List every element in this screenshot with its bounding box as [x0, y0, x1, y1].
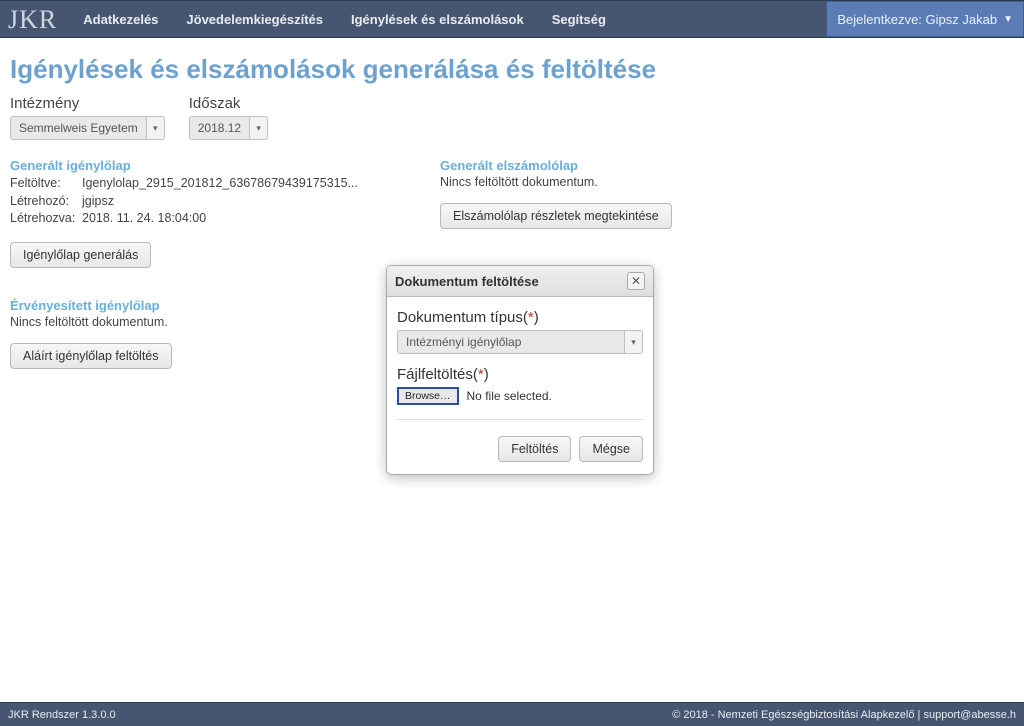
filters: Intézmény Semmelweis Egyetem ▾ Időszak 2… [10, 95, 1014, 140]
left-column: Generált igénylőlap Feltöltve: Igenylola… [10, 158, 380, 369]
dialog-body: Dokumentum típus(*) Intézményi igénylőla… [387, 297, 653, 436]
creator-label: Létrehozó: [10, 193, 82, 211]
filter-institution: Intézmény Semmelweis Egyetem ▾ [10, 95, 165, 140]
period-value: 2018.12 [190, 121, 249, 135]
app-logo: JKR [0, 1, 71, 37]
dialog-actions: Feltöltés Mégse [387, 436, 653, 474]
file-status: No file selected. [467, 389, 552, 403]
nav-segitseg[interactable]: Segítség [552, 12, 606, 27]
browse-button[interactable]: Browse… [397, 387, 459, 405]
footer-support-link[interactable]: support@abesse.h [923, 709, 1016, 721]
generated-settlement-title: Generált elszámolólap [440, 158, 810, 173]
creator-row: Létrehozó: jgipsz [10, 193, 380, 211]
dialog-header[interactable]: Dokumentum feltöltése ✕ [387, 266, 653, 297]
uploaded-row: Feltöltve: Igenylolap_2915_201812_636786… [10, 175, 380, 193]
validated-request-title: Érvényesített igénylőlap [10, 298, 380, 313]
chevron-down-icon: ▼ [1003, 14, 1013, 25]
cancel-button[interactable]: Mégse [579, 436, 643, 462]
creator-value: jgipsz [82, 193, 114, 211]
top-bar: JKR Adatkezelés Jövedelemkiegészítés Igé… [0, 0, 1024, 38]
nav-jovedelemkiegeszites[interactable]: Jövedelemkiegészítés [186, 12, 323, 27]
doc-type-select[interactable]: Intézményi igénylőlap ▾ [397, 330, 643, 354]
close-icon[interactable]: ✕ [627, 272, 645, 290]
upload-button[interactable]: Feltöltés [498, 436, 571, 462]
footer-version: JKR Rendszer 1.3.0.0 [8, 709, 116, 721]
settlement-details-button[interactable]: Elszámolólap részletek megtekintése [440, 203, 672, 229]
created-row: Létrehozva: 2018. 11. 24. 18:04:00 [10, 210, 380, 228]
dialog-title: Dokumentum feltöltése [395, 274, 539, 289]
created-value: 2018. 11. 24. 18:04:00 [82, 210, 206, 228]
institution-value: Semmelweis Egyetem [11, 121, 146, 135]
generated-settlement-nodoc: Nincs feltöltött dokumentum. [440, 175, 810, 189]
nav-adatkezeles[interactable]: Adatkezelés [83, 12, 158, 27]
uploaded-label: Feltöltve: [10, 175, 82, 193]
institution-select[interactable]: Semmelweis Egyetem ▾ [10, 116, 165, 140]
filter-period: Időszak 2018.12 ▾ [189, 95, 268, 140]
uploaded-value: Igenylolap_2915_201812_63678679439175315… [82, 175, 358, 193]
main-nav: Adatkezelés Jövedelemkiegészítés Igénylé… [71, 1, 606, 37]
file-upload-label: Fájlfeltöltés(*) [397, 366, 643, 383]
generated-request-title: Generált igénylőlap [10, 158, 380, 173]
chevron-down-icon: ▾ [624, 331, 642, 353]
doc-type-value: Intézményi igénylőlap [398, 335, 624, 349]
dialog-divider [397, 419, 643, 420]
page-title: Igénylések és elszámolások generálása és… [10, 54, 1014, 85]
user-menu[interactable]: Bejelentkezve: Gipsz Jakab ▼ [826, 1, 1024, 37]
institution-label: Intézmény [10, 95, 165, 112]
file-input-row: Browse… No file selected. [397, 387, 643, 405]
created-label: Létrehozva: [10, 210, 82, 228]
nav-igenylesek[interactable]: Igénylések és elszámolások [351, 12, 524, 27]
footer: JKR Rendszer 1.3.0.0 © 2018 - Nemzeti Eg… [0, 702, 1024, 726]
upload-dialog: Dokumentum feltöltése ✕ Dokumentum típus… [386, 265, 654, 475]
period-label: Időszak [189, 95, 268, 112]
chevron-down-icon: ▾ [249, 117, 267, 139]
period-select[interactable]: 2018.12 ▾ [189, 116, 268, 140]
upload-signed-request-button[interactable]: Aláírt igénylőlap feltöltés [10, 343, 172, 369]
generate-request-button[interactable]: Igénylőlap generálás [10, 242, 151, 268]
chevron-down-icon: ▾ [146, 117, 164, 139]
doc-type-label: Dokumentum típus(*) [397, 309, 643, 326]
footer-org: © 2018 - Nemzeti Egészségbiztosítási Ala… [672, 709, 914, 721]
user-prefix: Bejelentkezve: [837, 12, 922, 27]
user-name: Gipsz Jakab [926, 12, 998, 27]
footer-right: © 2018 - Nemzeti Egészségbiztosítási Ala… [672, 709, 1016, 721]
validated-request-nodoc: Nincs feltöltött dokumentum. [10, 315, 380, 329]
